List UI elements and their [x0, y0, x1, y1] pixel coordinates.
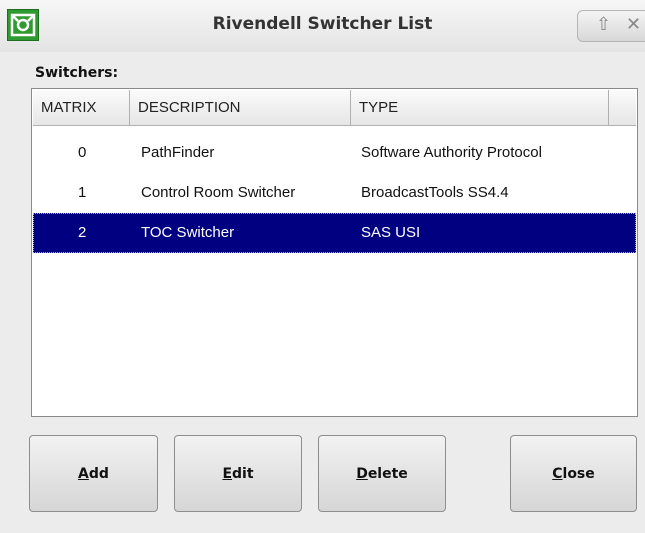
matrix-cell: 1 — [78, 184, 87, 201]
add-button[interactable]: Add — [29, 435, 158, 512]
edit-button[interactable]: Edit — [174, 435, 302, 512]
switcher-list[interactable]: MATRIX DESCRIPTION TYPE 0 PathFinder Sof… — [31, 88, 638, 417]
table-row-selected[interactable]: 2 TOC Switcher SAS USI — [33, 213, 636, 253]
close-label-rest: lose — [562, 465, 595, 482]
description-cell: PathFinder — [141, 144, 215, 161]
close-mnemonic: C — [552, 465, 563, 482]
delete-mnemonic: D — [356, 465, 368, 482]
type-cell: Software Authority Protocol — [361, 144, 542, 161]
switchers-label: Switchers: — [35, 65, 119, 81]
matrix-cell: 0 — [78, 144, 87, 161]
table-row[interactable]: 0 PathFinder Software Authority Protocol — [33, 133, 636, 173]
up-arrow-icon[interactable]: ⇧ — [596, 14, 611, 35]
column-header-filler — [609, 90, 636, 125]
delete-button[interactable]: Delete — [318, 435, 446, 512]
column-header-matrix[interactable]: MATRIX — [33, 90, 130, 125]
delete-label-rest: elete — [367, 465, 408, 482]
window-title: Rivendell Switcher List — [212, 14, 433, 34]
edit-label-rest: dit — [232, 465, 254, 482]
close-icon[interactable]: ✕ — [626, 14, 641, 35]
description-cell: Control Room Switcher — [141, 184, 296, 201]
column-header-description[interactable]: DESCRIPTION — [130, 90, 351, 125]
list-header: MATRIX DESCRIPTION TYPE — [33, 90, 636, 126]
edit-mnemonic: E — [222, 465, 233, 482]
add-mnemonic: A — [78, 465, 89, 482]
close-button[interactable]: Close — [510, 435, 637, 512]
window-controls: ⇧ ✕ — [577, 10, 645, 42]
title-bar[interactable]: Rivendell Switcher List ⇧ ✕ — [0, 0, 645, 52]
type-cell: SAS USI — [361, 224, 421, 241]
matrix-cell: 2 — [78, 224, 87, 241]
table-row[interactable]: 1 Control Room Switcher BroadcastTools S… — [33, 173, 636, 213]
type-cell: BroadcastTools SS4.4 — [361, 184, 509, 201]
column-header-type[interactable]: TYPE — [351, 90, 609, 125]
description-cell: TOC Switcher — [141, 224, 235, 241]
add-label-rest: dd — [88, 465, 109, 482]
